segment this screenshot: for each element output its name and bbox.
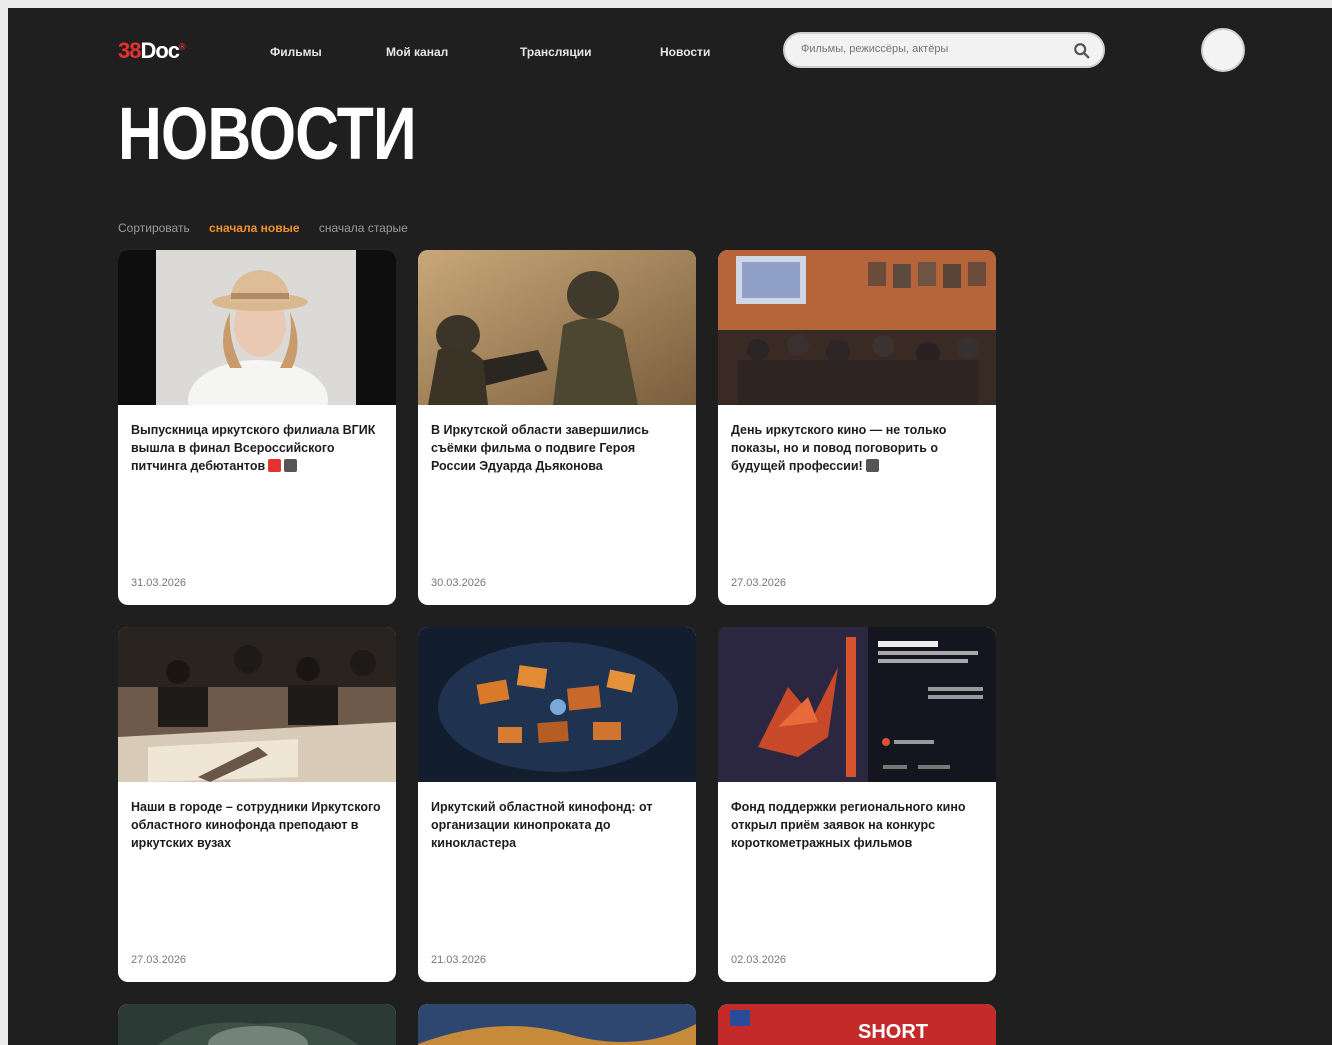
site-logo[interactable]: 38Doc® (118, 38, 186, 64)
site-header: 38Doc® Фильмы Мой канал Трансляции Новос… (8, 8, 1332, 94)
news-card-date: 30.03.2026 (431, 577, 487, 589)
red-cross-icon (268, 459, 282, 472)
page-title: НОВОСТИ (118, 92, 417, 175)
news-card[interactable]: Фонд поддержки регионального кино открыл… (718, 627, 996, 982)
search-input[interactable] (801, 43, 1071, 55)
news-card[interactable]: В Иркутской области завершились съёмки ф… (418, 250, 696, 605)
news-card-image (118, 1004, 396, 1045)
news-card-date: 31.03.2026 (131, 577, 187, 589)
news-card-image (718, 250, 996, 405)
news-card-image (418, 1004, 696, 1045)
film-icon (284, 459, 298, 472)
news-card-date: 02.03.2026 (731, 954, 787, 966)
nav-item-broadcasts[interactable]: Трансляции (520, 45, 592, 59)
news-card-date: 27.03.2026 (731, 577, 787, 589)
news-card-image (718, 627, 996, 782)
news-card-image (118, 627, 396, 782)
news-card-date: 21.03.2026 (431, 954, 487, 966)
page: 38Doc® Фильмы Мой канал Трансляции Новос… (8, 8, 1332, 1045)
sort-option-newest[interactable]: сначала новые (209, 221, 299, 235)
news-card-image (118, 250, 396, 405)
nav-item-news[interactable]: Новости (660, 45, 710, 59)
nav-item-my-channel[interactable]: Мой канал (386, 45, 448, 59)
news-card[interactable] (118, 1004, 396, 1045)
news-card-title: День иркутского кино — не только показы,… (731, 423, 947, 473)
sort-bar: Сортировать сначала новые сначала старые (118, 221, 424, 235)
news-card[interactable] (418, 1004, 696, 1045)
sort-label: Сортировать (118, 221, 190, 235)
news-card-title: Выпускница иркутского филиала ВГИК вышла… (131, 423, 376, 473)
sort-option-oldest[interactable]: сначала старые (319, 221, 408, 235)
news-card[interactable]: Выпускница иркутского филиала ВГИК вышла… (118, 250, 396, 605)
search-icon[interactable] (1073, 42, 1091, 60)
news-card-date: 27.03.2026 (131, 954, 187, 966)
news-grid: Выпускница иркутского филиала ВГИК вышла… (118, 250, 996, 1045)
news-card[interactable]: Иркутский областной кинофонд: от организ… (418, 627, 696, 982)
film-icon (865, 459, 879, 472)
news-card-title: Наши в городе – сотрудники Иркутского об… (131, 800, 381, 850)
short-banner-text: SHORT (858, 1021, 928, 1043)
news-card-image: SHORT (718, 1004, 996, 1045)
news-card-title: В Иркутской области завершились съёмки ф… (431, 423, 649, 473)
news-card-image (418, 250, 696, 405)
news-card-title: Фонд поддержки регионального кино открыл… (731, 800, 966, 850)
news-card[interactable]: SHORT (718, 1004, 996, 1045)
news-card[interactable]: День иркутского кино — не только показы,… (718, 250, 996, 605)
user-avatar[interactable] (1201, 28, 1245, 72)
news-card-title: Иркутский областной кинофонд: от организ… (431, 800, 653, 850)
news-card-image (418, 627, 696, 782)
nav-item-films[interactable]: Фильмы (270, 45, 322, 59)
search-box (783, 32, 1105, 68)
news-card[interactable]: Наши в городе – сотрудники Иркутского об… (118, 627, 396, 982)
